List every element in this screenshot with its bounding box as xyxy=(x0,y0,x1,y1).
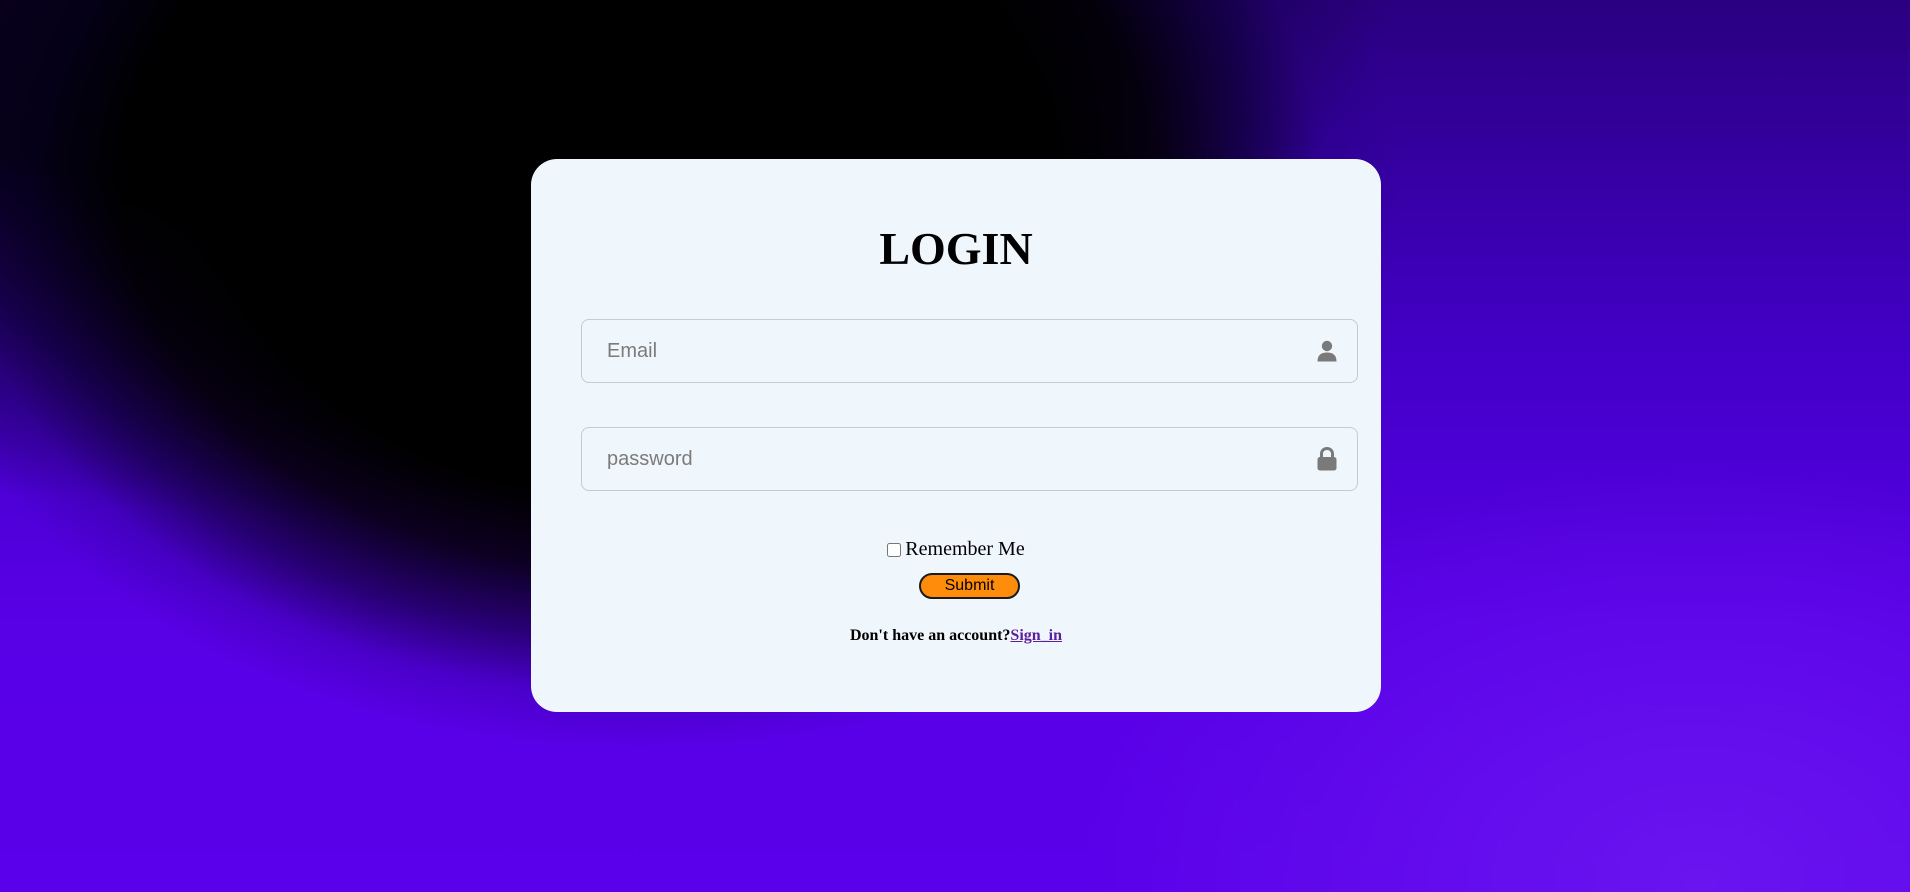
signup-prompt-text: Don't have an account? xyxy=(849,627,1011,644)
remember-me-checkbox[interactable] xyxy=(887,542,902,557)
password-input[interactable] xyxy=(582,428,1357,490)
email-input[interactable] xyxy=(582,320,1357,382)
sign-in-link[interactable]: Sign_in xyxy=(1010,627,1062,644)
remember-me-label: Remember Me xyxy=(905,538,1025,560)
signup-prompt-row: Don't have an account?Sign_in xyxy=(531,627,1381,645)
submit-button[interactable]: Submit xyxy=(919,573,1020,599)
login-title: LOGIN xyxy=(879,223,1033,274)
password-field[interactable] xyxy=(581,427,1358,491)
login-card: LOGIN Remember Me Submit Don't have an a… xyxy=(531,159,1381,712)
user-icon xyxy=(1315,338,1339,364)
remember-me-label-wrapper[interactable]: Remember Me xyxy=(887,538,1025,561)
lock-icon xyxy=(1315,446,1339,472)
email-field[interactable] xyxy=(581,319,1358,383)
remember-me-row: Remember Me xyxy=(531,538,1381,563)
